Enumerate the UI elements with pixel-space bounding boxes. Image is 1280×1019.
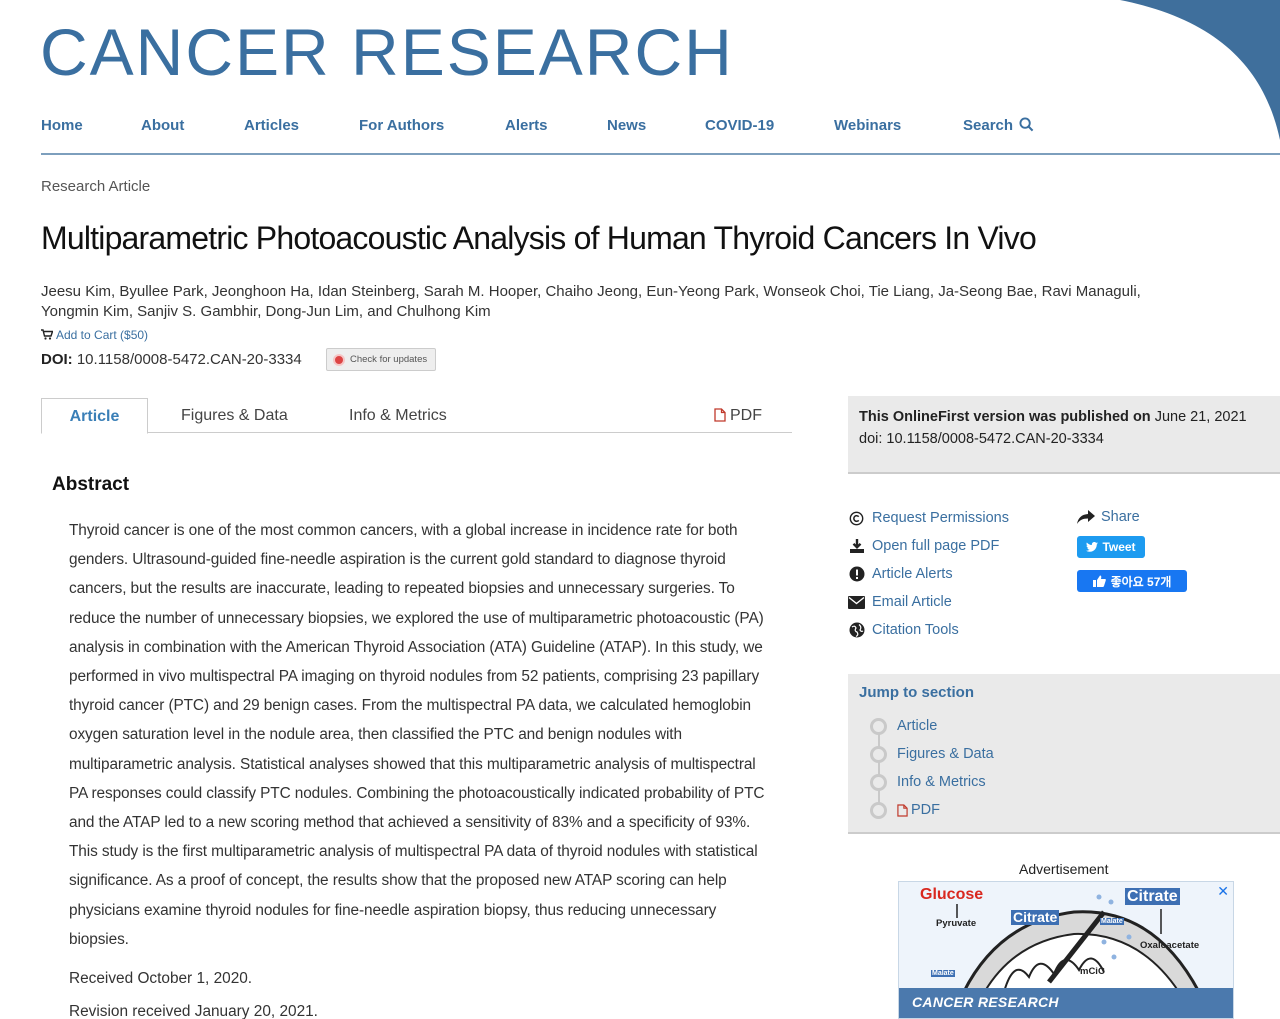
revision-date: Revision received January 20, 2021. xyxy=(69,1003,318,1019)
advertisement-banner[interactable]: Glucose Citrate Citrate Pyruvate Malate … xyxy=(898,881,1234,1019)
share-label: Share xyxy=(1101,509,1140,525)
ad-mcic-label: mCiC xyxy=(1080,966,1105,977)
thumbs-up-icon xyxy=(1092,575,1106,587)
email-article-link[interactable]: Email Article xyxy=(848,592,952,612)
header-corner-arc xyxy=(1120,0,1280,140)
nav-articles[interactable]: Articles xyxy=(244,117,299,134)
nav-search-label: Search xyxy=(963,117,1014,134)
cart-icon xyxy=(41,329,54,340)
email-article-label: Email Article xyxy=(872,594,952,610)
nav-about[interactable]: About xyxy=(141,117,184,134)
globe-icon xyxy=(848,622,865,639)
share-arrow-icon xyxy=(1077,510,1095,524)
jump-to-section-panel: Jump to section Article Figures & Data I… xyxy=(848,674,1280,834)
ad-close-icon[interactable]: ✕ xyxy=(1217,883,1229,900)
ad-journal-banner: CANCER RESEARCH xyxy=(899,988,1233,1018)
jump-item-label: Figures & Data xyxy=(897,746,994,762)
received-date: Received October 1, 2020. xyxy=(69,970,253,987)
jump-timeline-line xyxy=(878,726,880,810)
nav-alerts[interactable]: Alerts xyxy=(505,117,548,134)
article-tabs: Article Figures & Data Info & Metrics PD… xyxy=(41,398,792,434)
publication-date-line: This OnlineFirst version was published o… xyxy=(859,406,1269,428)
download-icon xyxy=(848,538,865,555)
jump-dot xyxy=(870,717,887,735)
jump-dot xyxy=(870,745,887,763)
add-to-cart-label: Add to Cart ($50) xyxy=(56,328,149,342)
tab-pdf[interactable]: PDF xyxy=(714,398,762,433)
jump-item-label: Article xyxy=(897,718,938,734)
jump-to-section-title: Jump to section xyxy=(859,684,975,701)
publication-prefix: This OnlineFirst version was published o… xyxy=(859,409,1151,425)
request-permissions-label: Request Permissions xyxy=(872,510,1009,526)
jump-dot xyxy=(870,773,887,791)
open-full-page-pdf-label: Open full page PDF xyxy=(872,538,1000,554)
add-to-cart-link[interactable]: Add to Cart ($50) xyxy=(41,328,148,342)
jump-item-pdf[interactable]: PDF xyxy=(870,800,940,820)
twitter-bird-icon xyxy=(1086,542,1099,552)
tweet-label: Tweet xyxy=(1102,540,1136,554)
publication-date: June 21, 2021 xyxy=(1154,409,1247,425)
doi-line: DOI: 10.1158/0008-5472.CAN-20-3334 xyxy=(41,351,302,368)
abstract-text: Thyroid cancer is one of the most common… xyxy=(69,522,765,948)
tab-figures-data[interactable]: Figures & Data xyxy=(181,398,288,433)
share-link[interactable]: Share xyxy=(1077,509,1140,525)
check-for-updates-label: Check for updates xyxy=(350,354,428,365)
citation-tools-label: Citation Tools xyxy=(872,622,959,638)
journal-logo[interactable]: CANCER RESEARCH xyxy=(40,14,734,90)
open-full-page-pdf-link[interactable]: Open full page PDF xyxy=(848,536,999,556)
jump-item-info-metrics[interactable]: Info & Metrics xyxy=(870,772,986,792)
citation-tools-link[interactable]: Citation Tools xyxy=(848,620,959,640)
nav-for-authors[interactable]: For Authors xyxy=(359,117,444,134)
tweet-button[interactable]: Tweet xyxy=(1077,536,1145,558)
jump-dot xyxy=(870,801,887,819)
nav-divider xyxy=(41,153,1280,155)
ad-glucose-label: Glucose xyxy=(920,886,984,903)
search-icon xyxy=(1019,117,1034,132)
tab-pdf-label: PDF xyxy=(730,407,762,424)
ad-pyruvate-label: Pyruvate xyxy=(936,918,977,929)
nav-covid-19[interactable]: COVID-19 xyxy=(705,117,774,134)
nav-home[interactable]: Home xyxy=(41,117,83,134)
tab-article[interactable]: Article xyxy=(41,398,148,434)
ad-malate-lower-label: Malate xyxy=(931,970,955,977)
check-for-updates-button[interactable]: Check for updates xyxy=(326,348,436,371)
jump-item-label: PDF xyxy=(911,802,940,818)
doi-value[interactable]: 10.1158/0008-5472.CAN-20-3334 xyxy=(77,351,302,368)
pdf-icon xyxy=(897,803,908,817)
crossmark-icon xyxy=(333,353,345,366)
ad-citrate-label: Citrate xyxy=(1125,888,1180,905)
nav-webinars[interactable]: Webinars xyxy=(834,117,901,134)
pdf-icon xyxy=(714,408,726,422)
nav-search[interactable]: Search xyxy=(963,117,1034,134)
jump-item-label: Info & Metrics xyxy=(897,774,986,790)
article-type: Research Article xyxy=(41,178,151,195)
ad-citrate-center-label: Citrate xyxy=(1011,909,1060,925)
envelope-icon xyxy=(848,594,865,611)
article-alerts-link[interactable]: Article Alerts xyxy=(848,564,953,584)
author-list: Jeesu Kim, Byullee Park, Jeonghoon Ha, I… xyxy=(41,283,1141,320)
jump-item-figures-data[interactable]: Figures & Data xyxy=(870,744,994,764)
like-count-label: 좋아요 57개 xyxy=(1110,574,1172,589)
advertisement-label: Advertisement xyxy=(1019,861,1109,877)
abstract-heading: Abstract xyxy=(52,474,130,495)
alert-icon xyxy=(848,566,865,583)
facebook-like-button[interactable]: 좋아요 57개 xyxy=(1077,570,1187,592)
copyright-icon xyxy=(848,510,865,527)
jump-pdf-wrap: PDF xyxy=(897,802,940,818)
request-permissions-link[interactable]: Request Permissions xyxy=(848,508,1009,528)
publication-info-box: This OnlineFirst version was published o… xyxy=(848,396,1280,474)
doi-label: DOI: xyxy=(41,351,73,368)
tab-info-metrics[interactable]: Info & Metrics xyxy=(349,398,447,433)
ad-oxaloacetate-label: Oxaloacetate xyxy=(1140,940,1200,951)
publication-doi: doi: 10.1158/0008-5472.CAN-20-3334 xyxy=(859,431,1104,447)
jump-item-article[interactable]: Article xyxy=(870,716,937,736)
article-alerts-label: Article Alerts xyxy=(872,566,953,582)
article-title: Multiparametric Photoacoustic Analysis o… xyxy=(41,220,1037,256)
ad-malate-label: Malate xyxy=(1100,918,1124,925)
nav-news[interactable]: News xyxy=(607,117,646,134)
